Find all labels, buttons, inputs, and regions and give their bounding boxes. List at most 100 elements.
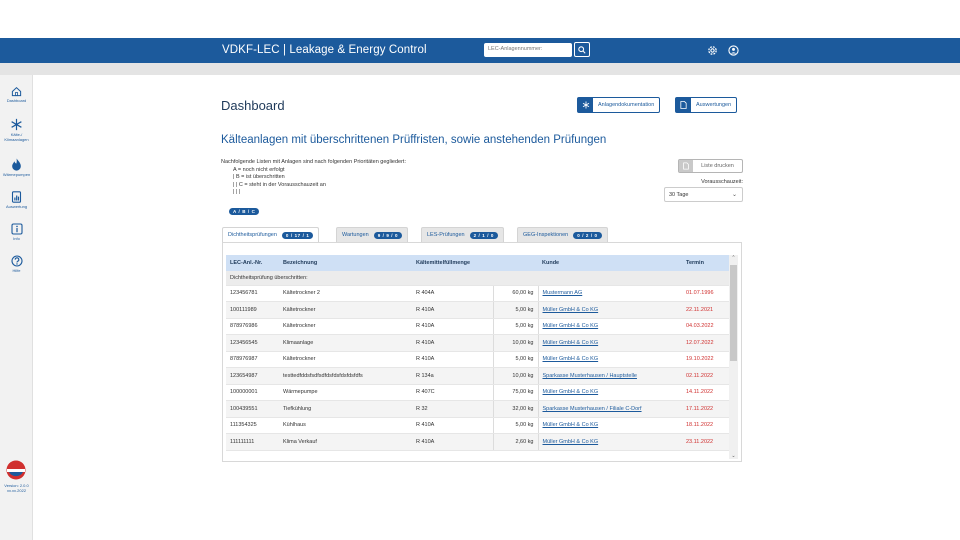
cell-bezeichnung: Tiefkühlung (279, 400, 412, 418)
button-label: Anlagendokumentation (598, 102, 655, 108)
cell-kunde[interactable]: Müller GmbH & Co KG (537, 384, 682, 401)
print-list-button[interactable]: Liste drucken (678, 159, 743, 173)
tab-wartungen[interactable]: Wartungen 9 / 9 / 0 (336, 227, 409, 242)
pruefungen-table: LEC-Anl.-Nr. Bezeichnung Kältemittelfüll… (226, 255, 729, 451)
priority-legend: Nachfolgende Listen mit Anlagen sind nac… (221, 159, 406, 197)
sidebar-item-hilfe[interactable]: Hilfe (0, 255, 33, 273)
tab-label: Dichtheitsprüfungen (228, 232, 277, 238)
tab-les-pruefungen[interactable]: LES-Prüfungen 2 / 1 / 0 (421, 227, 505, 242)
column-header (493, 255, 538, 271)
cell-termin: 23.11.2022 (682, 433, 729, 451)
cell-kaeltemittel: R 410A (412, 334, 493, 352)
table-row[interactable]: 123456545 Klimaanlage R 410A 10,00 kg Müller… (226, 334, 729, 352)
help-icon (10, 255, 23, 267)
sidebar-item-info[interactable]: Info (0, 223, 33, 241)
flame-icon (12, 158, 21, 171)
vorausschau-select[interactable]: 30 Tage ⌄ (664, 187, 743, 202)
cell-bezeichnung: Klimaanlage (279, 334, 412, 352)
table-row[interactable]: 123456781 Kältetrockner 2R 404A 60,00 kg Mu… (226, 285, 729, 302)
column-header[interactable]: LEC-Anl.-Nr. (226, 255, 279, 271)
search-button[interactable] (574, 42, 590, 57)
info-icon (10, 223, 23, 235)
sidebar-item-label: Dashboard (6, 98, 27, 103)
table-row[interactable]: 100111989 Kältetrockner R 410A 5,00 kg Mülle… (226, 301, 729, 319)
table-row[interactable]: 100000001 Wärmepumpe R 407C 75,00 kg Müller … (226, 384, 729, 401)
legend-b: | B = ist überschritten (233, 174, 285, 180)
anlagendokumentation-button[interactable]: Anlagendokumentation (577, 97, 661, 113)
sidebar-item-auswertung[interactable]: Auswertung (0, 191, 33, 209)
chevron-up-icon: ⌃ (731, 255, 736, 261)
cell-nr: 878976987 (226, 351, 279, 368)
legend-badge: A / B / C (229, 208, 260, 215)
button-label: Auswertungen (696, 102, 732, 108)
cell-bezeichnung: Kältetrockner (279, 301, 412, 319)
report-icon (11, 191, 22, 203)
cell-kunde[interactable]: Müller GmbH & Co KG (537, 318, 682, 335)
cell-kunde[interactable]: Müller GmbH & Co KG (537, 334, 682, 352)
cell-menge: 5,00 kg (492, 351, 538, 368)
cell-termin: 01.07.1996 (682, 285, 729, 302)
cell-kaeltemittel: R 404A (412, 285, 493, 302)
chevron-down-icon: ⌄ (731, 192, 737, 198)
column-header[interactable]: Termin (682, 255, 729, 271)
sidebar-item-label: Auswertung (5, 204, 28, 209)
sidebar-item-label: Wärmepumpen (2, 172, 31, 177)
cell-kunde[interactable]: Müller GmbH & Co KG (537, 433, 682, 451)
button-label: Liste drucken (701, 163, 734, 169)
cell-kaeltemittel: R 410A (412, 351, 493, 368)
cell-menge: 32,00 kg (492, 400, 538, 418)
cell-kunde[interactable]: Sparkasse Musterhausen / Hauptstelle (537, 367, 682, 385)
tab-label: LES-Prüfungen (427, 232, 465, 238)
table-row[interactable]: 123654987 testtedfddsfsdfsdfdsfdsfdsfdsfd… (226, 367, 729, 385)
table-row[interactable]: 878976987 Kältetrockner R 410A 5,00 kg Mülle… (226, 351, 729, 368)
tab-label: Wartungen (342, 232, 369, 238)
vdkf-logo (6, 460, 26, 480)
cell-nr: 100000001 (226, 384, 279, 401)
cell-bezeichnung: testtedfddsfsdfsdfdsfdsfdsfdsfdfs (279, 367, 412, 385)
tab-dichtheitspruefungen[interactable]: Dichtheitsprüfungen 0 / 17 / 1 (222, 227, 320, 242)
cell-bezeichnung: Klima Verkauf (279, 433, 412, 451)
tab-geg-inspektionen[interactable]: GEG-Inspektionen 0 / 2 / 0 (517, 227, 608, 242)
auswertungen-button[interactable]: Auswertungen (675, 97, 738, 113)
cell-nr: 100439551 (226, 400, 279, 418)
cell-kaeltemittel: R 410A (412, 318, 493, 335)
cell-termin: 22.11.2021 (682, 301, 729, 319)
column-header[interactable]: Kältemittelfüllmenge (412, 255, 493, 271)
column-header[interactable]: Bezeichnung (279, 255, 412, 271)
table-row[interactable]: 878976986 Kältetrockner R 410A 5,00 kg Mülle… (226, 318, 729, 335)
table-row[interactable]: 100439551 Tiefkühlung R 32 32,00 kg Sparkass… (226, 400, 729, 418)
cell-kunde[interactable]: Sparkasse Musterhausen / Filiale C-Dorf (537, 400, 682, 418)
cell-nr: 111354325 (226, 417, 279, 434)
cell-menge: 10,00 kg (492, 334, 538, 352)
cell-kaeltemittel: R 407C (412, 384, 493, 401)
user-button[interactable] (727, 44, 739, 56)
cell-kunde[interactable]: Mustermann AG (537, 285, 682, 302)
table-scrollbar[interactable]: ⌃ ⌄ (729, 255, 738, 459)
cell-menge: 5,00 kg (492, 301, 538, 319)
sidebar-item-kaelteanlagen[interactable]: Kälte-/ Klimaanlagen (0, 118, 33, 142)
cell-kunde[interactable]: Müller GmbH & Co KG (537, 351, 682, 368)
column-header[interactable]: Kunde (538, 255, 682, 271)
cell-kunde[interactable]: Müller GmbH & Co KG (537, 301, 682, 319)
scrollbar-thumb[interactable] (730, 265, 737, 361)
search-input[interactable]: LEC-Anlagennummer: (484, 43, 572, 57)
sidebar-item-dashboard[interactable]: Dashboard (0, 86, 33, 103)
cell-bezeichnung: Kältetrockner (279, 318, 412, 335)
cell-termin: 12.07.2022 (682, 334, 729, 352)
group-label: Dichtheitsprüfung überschritten: (226, 271, 729, 286)
cell-termin: 18.11.2022 (682, 417, 729, 434)
chevron-down-icon: ⌄ (731, 453, 736, 459)
sub-bar (0, 63, 960, 75)
settings-button[interactable] (706, 44, 718, 56)
cell-termin: 14.11.2022 (682, 384, 729, 401)
cell-termin: 02.11.2022 (682, 367, 729, 385)
gear-icon (707, 45, 717, 55)
cell-kaeltemittel: R 410A (412, 301, 493, 319)
table-row[interactable]: 111111111 Klima Verkauf R 410A 2,60 kg Mülle… (226, 433, 729, 451)
table-row[interactable]: 111354325 Kühlhaus R 410A 5,00 kg Müller Gmb… (226, 417, 729, 434)
cell-kunde[interactable]: Müller GmbH & Co KG (537, 417, 682, 434)
tab-count-badge: 2 / 1 / 0 (469, 231, 499, 239)
vorausschau-label: Vorausschauzeit: (701, 179, 743, 185)
legend-intro: Nachfolgende Listen mit Anlagen sind nac… (221, 159, 406, 165)
sidebar-item-waermepumpen[interactable]: Wärmepumpen (0, 158, 33, 177)
